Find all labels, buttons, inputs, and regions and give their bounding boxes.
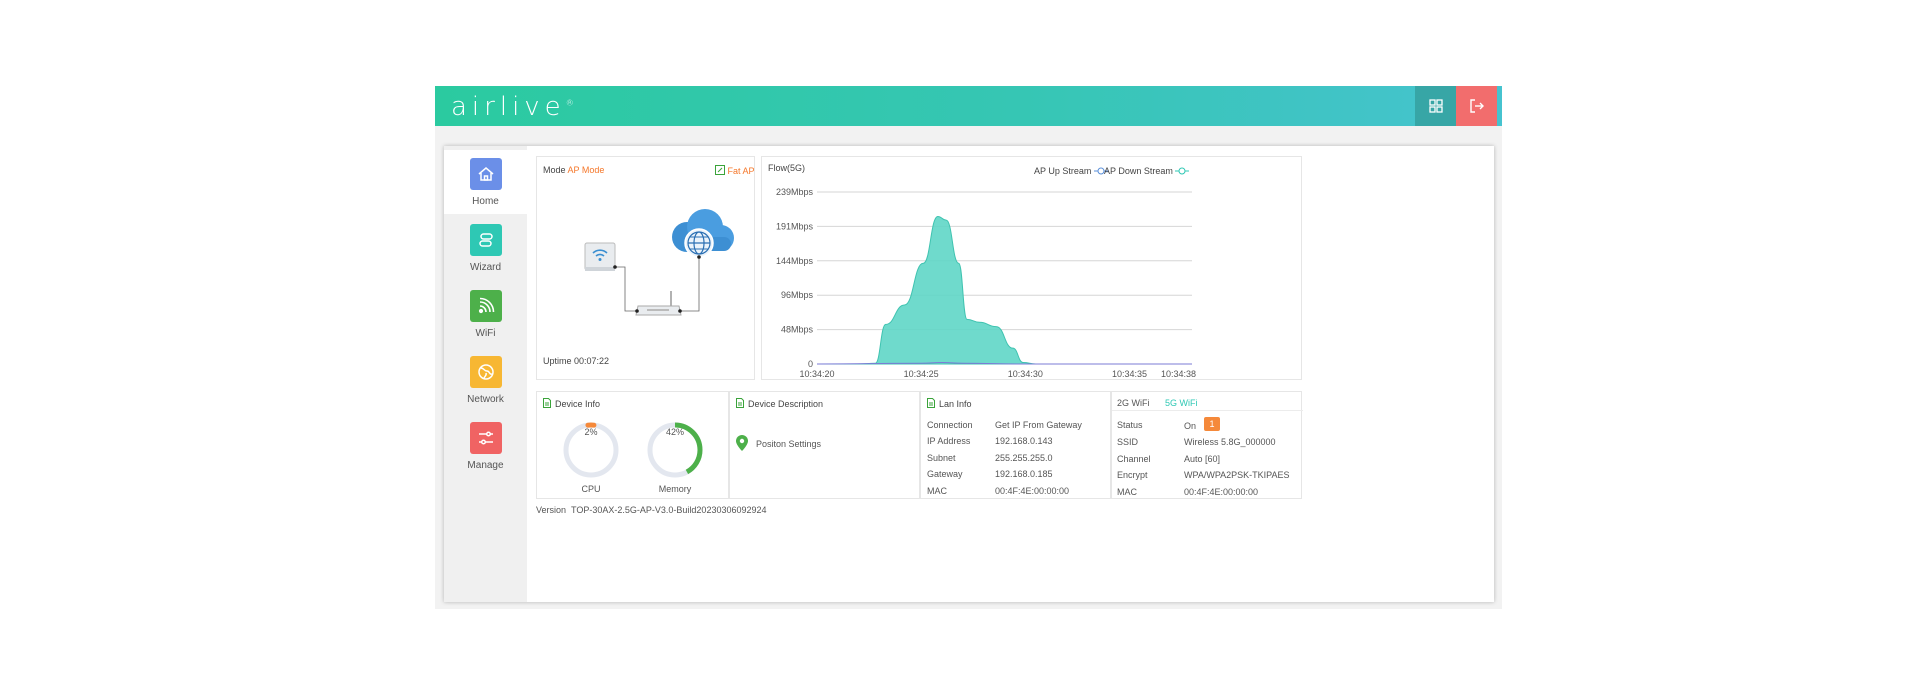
x-tick-label: 10:34:20 xyxy=(799,369,834,379)
x-tick-label: 10:34:30 xyxy=(1008,369,1043,379)
wifi-status-value: On xyxy=(1184,421,1197,431)
cpu-label: CPU xyxy=(581,484,601,494)
client-count-badge: 1 xyxy=(1204,417,1220,431)
lan-info-title: Lan Info xyxy=(927,398,972,409)
tab-divider xyxy=(1112,410,1303,411)
wifi-status-label: Status xyxy=(1117,420,1143,430)
lan-value: 192.168.0.143 xyxy=(995,436,1053,446)
memory-percent: 42% xyxy=(665,427,684,437)
globe-icon xyxy=(470,356,502,388)
sidebar-item-label: Home xyxy=(472,196,499,207)
lan-key: Gateway xyxy=(927,469,963,479)
x-tick-label: 10:34:35 xyxy=(1112,369,1147,379)
device-description-card: Device Description Positon Settings xyxy=(729,391,920,499)
cpu-percent: 2% xyxy=(584,427,598,437)
fat-ap-link[interactable]: Fat AP xyxy=(715,165,755,176)
wifi-value: WPA/WPA2PSK-TKIPAES xyxy=(1184,470,1290,480)
lan-info-card: Lan Info Connection Get IP From Gateway … xyxy=(920,391,1111,499)
lan-key: Connection xyxy=(927,420,973,430)
uptime: Uptime 00:07:22 xyxy=(543,356,610,366)
location-pin-icon xyxy=(736,435,748,451)
lan-key: IP Address xyxy=(927,436,971,446)
mode-value: AP Mode xyxy=(567,165,605,175)
access-point-icon xyxy=(584,242,617,271)
router-icon xyxy=(635,291,682,316)
sidebar-item-wizard[interactable]: Wizard xyxy=(444,216,527,280)
wifi-key: Channel xyxy=(1117,454,1151,464)
lan-key: Subnet xyxy=(927,453,956,463)
lan-value: 00:4F:4E:00:00:00 xyxy=(995,486,1070,496)
document-icon xyxy=(736,398,744,408)
airlive-logo: airlive® xyxy=(451,92,574,122)
flow-area-chart: 0 48Mbps 96Mbps 144Mbps 191Mbps 239Mbps 10:34:… xyxy=(776,187,1196,379)
sidebar-item-label: WiFi xyxy=(475,328,496,339)
lan-value: 255.255.255.0 xyxy=(995,453,1053,463)
wizard-icon xyxy=(470,224,502,256)
lan-key: MAC xyxy=(927,486,947,496)
wifi-key: SSID xyxy=(1117,437,1139,447)
sidebar-item-network[interactable]: Network xyxy=(444,348,527,412)
lan-value: 192.168.0.185 xyxy=(995,469,1053,479)
cloud-internet-icon xyxy=(672,209,734,259)
memory-label: Memory xyxy=(658,484,692,494)
edit-icon xyxy=(715,165,725,175)
lan-value: Get IP From Gateway xyxy=(995,420,1082,430)
top-bar: airlive® xyxy=(435,86,1502,126)
y-tick-label: 48Mbps xyxy=(781,325,814,335)
sliders-icon xyxy=(470,422,502,454)
y-tick-label: 239Mbps xyxy=(776,187,814,197)
y-tick-label: 96Mbps xyxy=(781,290,814,300)
main-panel: Home Wizard WiFi Network Manage Mode AP … xyxy=(444,146,1494,602)
home-icon xyxy=(470,158,502,190)
y-tick-label: 0 xyxy=(808,359,813,369)
flow-chart-card: Flow(5G) AP Up Stream AP Down Stream 0 48… xyxy=(761,156,1302,380)
tab-2g-wifi[interactable]: 2G WiFi xyxy=(1117,398,1150,408)
sidebar-item-manage[interactable]: Manage xyxy=(444,414,527,478)
mode-label: Mode AP Mode xyxy=(543,165,605,175)
document-icon xyxy=(927,398,935,408)
wifi-key: Encrypt xyxy=(1117,470,1148,480)
wifi-value: 00:4F:4E:00:00:00 xyxy=(1184,487,1259,497)
sidebar-item-wifi[interactable]: WiFi xyxy=(444,282,527,346)
x-tick-label: 10:34:25 xyxy=(904,369,939,379)
sidebar-item-label: Network xyxy=(467,394,504,405)
wifi-icon xyxy=(470,290,502,322)
device-description-title: Device Description xyxy=(736,398,823,409)
x-tick-label: 10:34:38 xyxy=(1161,369,1196,379)
mode-card: Mode AP Mode Fat AP Uptime 00:07:22 xyxy=(536,156,755,380)
wifi-info-card: 2G WiFi 5G WiFi Status On 1 SSID Wireles… xyxy=(1111,391,1303,499)
y-tick-label: 144Mbps xyxy=(776,256,814,266)
wifi-value: Wireless 5.8G_000000 xyxy=(1184,437,1276,447)
series-area-up-stream xyxy=(816,215,1192,365)
grid-icon xyxy=(1428,99,1443,113)
logout-button[interactable] xyxy=(1456,86,1497,126)
logout-icon xyxy=(1469,99,1484,113)
topology-diagram xyxy=(584,209,734,316)
firmware-version: Version TOP-30AX-2.5G-AP-V3.0-Build20230… xyxy=(536,505,767,515)
sidebar-item-home[interactable]: Home xyxy=(444,150,527,214)
wifi-value: Auto [60] xyxy=(1184,454,1221,464)
position-settings-link[interactable]: Positon Settings xyxy=(736,435,821,451)
sidebar-item-label: Wizard xyxy=(469,262,502,273)
apps-grid-button[interactable] xyxy=(1415,86,1456,126)
y-tick-label: 191Mbps xyxy=(776,221,814,231)
sidebar-item-label: Manage xyxy=(467,460,504,471)
sidebar: Home Wizard WiFi Network Manage xyxy=(444,146,527,602)
wifi-key: MAC xyxy=(1117,487,1137,497)
app-window: airlive® Home Wizard WiFi Network Manage… xyxy=(435,86,1502,609)
device-info-card: Device Info 2% 42% CPU Memory xyxy=(536,391,729,499)
